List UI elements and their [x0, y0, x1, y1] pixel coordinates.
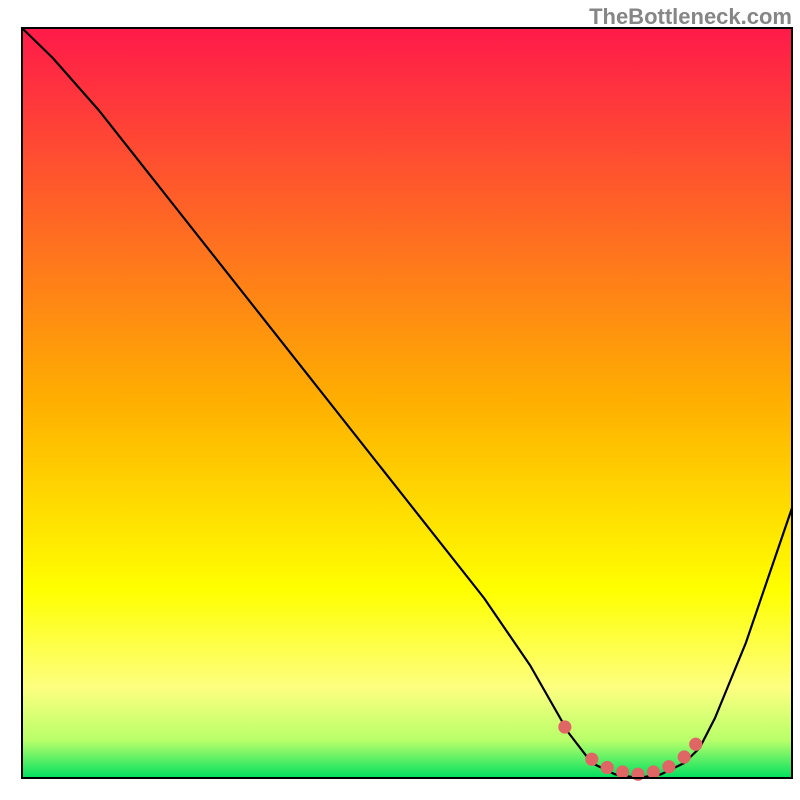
watermark-text: TheBottleneck.com [589, 4, 792, 30]
highlight-dot [678, 750, 691, 763]
highlight-dot [647, 765, 660, 778]
chart-container: TheBottleneck.com [0, 0, 800, 800]
highlight-dot [585, 753, 598, 766]
chart-svg [0, 0, 800, 800]
highlight-dot [662, 760, 675, 773]
highlight-dot [601, 761, 614, 774]
highlight-dot [689, 738, 702, 751]
highlight-dot [616, 765, 629, 778]
gradient-background [22, 28, 792, 778]
highlight-dot [558, 720, 571, 733]
